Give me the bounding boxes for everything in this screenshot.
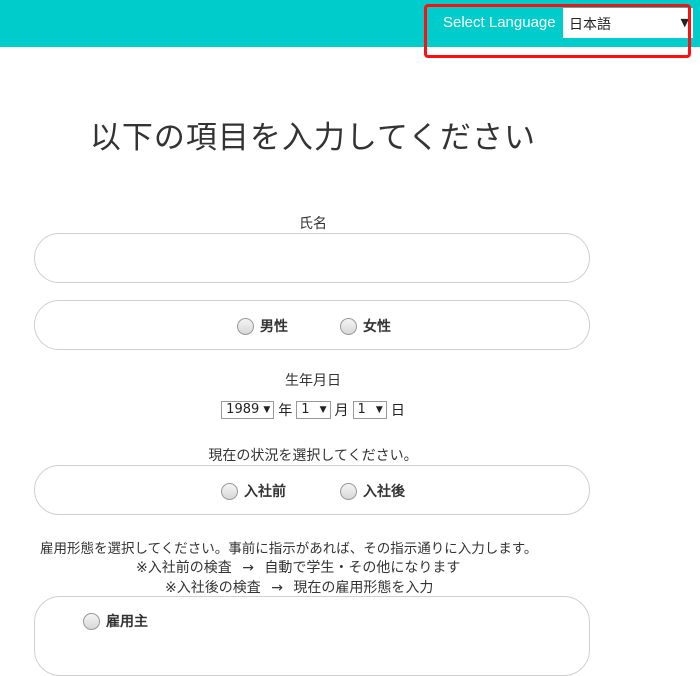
radio-icon[interactable] xyxy=(237,317,254,335)
status-before-option[interactable]: 入社前 xyxy=(221,481,286,501)
gender-female-label: 女性 xyxy=(363,319,391,335)
name-label: 氏名 xyxy=(299,216,327,232)
note2-text: 現在の雇用形態を入力 xyxy=(293,580,434,596)
dropdown-arrow-icon: ▼ xyxy=(263,405,271,415)
employment-note-1: ※入社前の検査 → 自動で学生・その他になります xyxy=(136,557,460,577)
day-value: 1 xyxy=(357,402,366,417)
year-select[interactable]: 1989 ▼ xyxy=(221,401,275,419)
gender-male-label: 男性 xyxy=(260,319,288,335)
status-before-label: 入社前 xyxy=(244,484,286,500)
status-after-option[interactable]: 入社後 xyxy=(340,481,405,501)
gender-group: 男性 女性 xyxy=(34,300,590,350)
page-title: 以下の項目を入力してください xyxy=(89,120,537,156)
month-value: 1 xyxy=(301,402,310,417)
dropdown-arrow-icon: ▼ xyxy=(375,405,383,415)
day-unit: 日 xyxy=(390,403,405,419)
employment-employer-option[interactable]: 雇用主 xyxy=(83,611,148,631)
note2-prefix: ※入社後の検査 xyxy=(165,580,261,596)
gender-male-option[interactable]: 男性 xyxy=(237,316,288,336)
dropdown-arrow-icon: ▼ xyxy=(319,405,327,415)
year-value: 1989 xyxy=(226,402,260,417)
highlight-box xyxy=(424,4,691,58)
dob-label: 生年月日 xyxy=(285,373,341,389)
year-unit: 年 xyxy=(278,403,293,419)
radio-icon[interactable] xyxy=(340,317,357,335)
gender-female-option[interactable]: 女性 xyxy=(340,316,391,336)
status-after-label: 入社後 xyxy=(363,484,405,500)
employment-group: 雇用主 xyxy=(34,596,590,676)
employment-note-2: ※入社後の検査 → 現在の雇用形態を入力 xyxy=(165,577,433,597)
employment-employer-label: 雇用主 xyxy=(106,614,148,630)
status-group: 入社前 入社後 xyxy=(34,465,590,515)
employment-instruction: 雇用形態を選択してください。事前に指示があれば、その指示通りに入力します。 xyxy=(40,541,538,557)
radio-icon[interactable] xyxy=(221,482,238,500)
day-select[interactable]: 1 ▼ xyxy=(352,401,387,419)
radio-icon[interactable] xyxy=(340,482,357,500)
note2-arrow: → xyxy=(271,580,283,596)
note1-prefix: ※入社前の検査 xyxy=(136,560,232,576)
radio-icon[interactable] xyxy=(83,612,100,630)
dob-row: 1989 ▼ 年 1 ▼ 月 1 ▼ 日 xyxy=(0,400,626,420)
month-select[interactable]: 1 ▼ xyxy=(296,401,331,419)
note1-text: 自動で学生・その他になります xyxy=(264,560,461,576)
note1-arrow: → xyxy=(242,560,254,576)
month-unit: 月 xyxy=(334,403,349,419)
status-label: 現在の状況を選択してください。 xyxy=(208,448,418,464)
name-input[interactable] xyxy=(34,233,590,283)
